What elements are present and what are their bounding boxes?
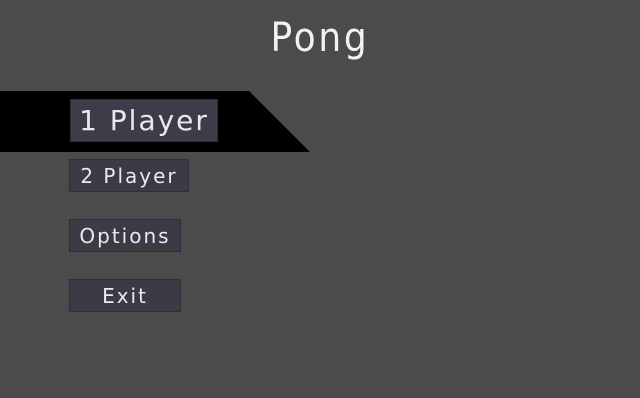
options-button[interactable]: Options: [69, 219, 181, 252]
one-player-button[interactable]: 1 Player: [70, 99, 218, 142]
two-player-button[interactable]: 2 Player: [69, 159, 189, 192]
game-title: Pong: [270, 15, 370, 61]
exit-button[interactable]: Exit: [69, 279, 181, 312]
